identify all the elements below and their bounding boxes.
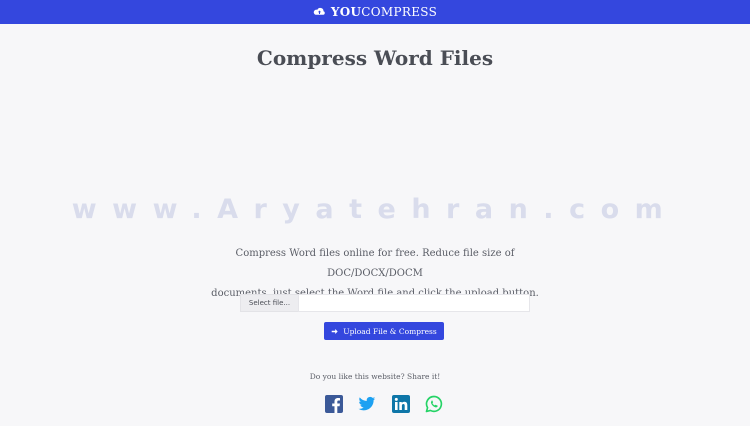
top-navigation-bar: YOUCOMPRESS [0,0,750,24]
share-prompt: Do you like this website? Share it! [309,372,441,381]
brand-name-bold: YOU [330,5,362,19]
file-name-field[interactable] [298,294,530,312]
social-share-bar [325,395,443,413]
arrow-right-icon [331,328,338,335]
watermark-text: www.Aryatehran.com [71,194,679,225]
brand-name-rest: COMPRESS [361,5,438,19]
file-select-group: Select file... [240,294,530,312]
cloud-upload-icon [313,7,326,17]
facebook-icon[interactable] [325,395,343,413]
description-line-1: Compress Word files online for free. Red… [235,248,515,279]
brand-logo-link[interactable]: YOUCOMPRESS [313,5,437,19]
whatsapp-icon[interactable] [425,395,443,413]
brand-name: YOUCOMPRESS [331,5,437,19]
upload-button-label: Upload File & Compress [343,326,437,336]
select-file-button[interactable]: Select file... [240,294,298,312]
linkedin-icon[interactable] [391,395,410,413]
upload-compress-button[interactable]: Upload File & Compress [324,322,444,340]
page-title: Compress Word Files [256,46,494,70]
twitter-icon[interactable] [358,395,376,413]
